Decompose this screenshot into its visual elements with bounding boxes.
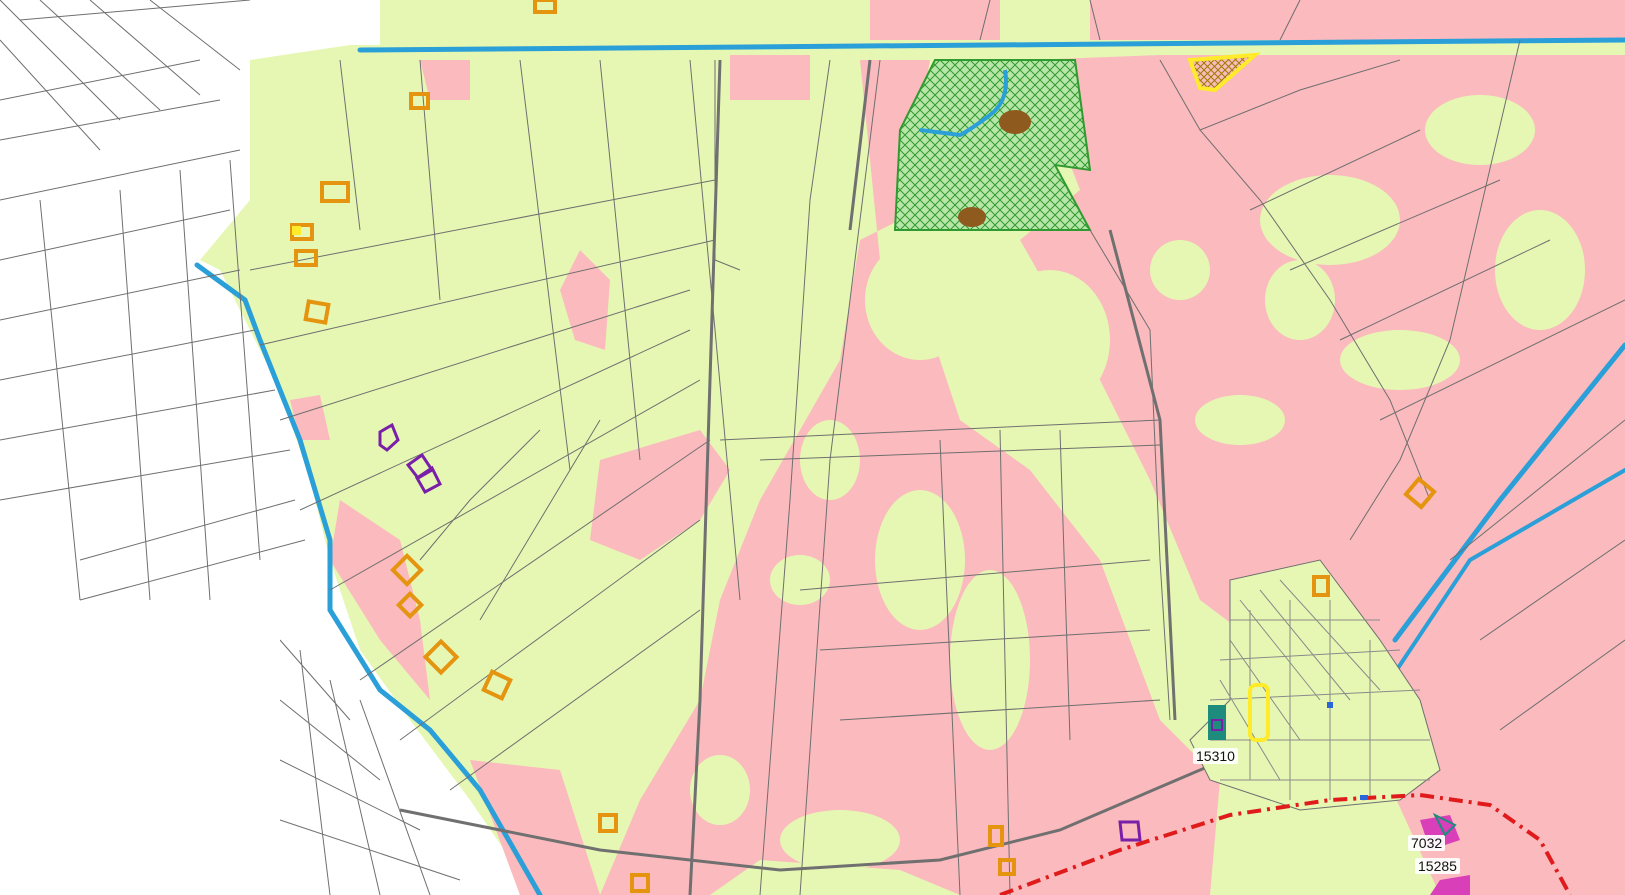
small-blue-marker xyxy=(1360,795,1368,800)
blank-area xyxy=(0,607,280,895)
map-label-15310[interactable]: 15310 xyxy=(1193,748,1238,764)
map-canvas[interactable] xyxy=(0,0,1625,895)
nature-reserve-area[interactable] xyxy=(893,59,1092,231)
map-label-15285[interactable]: 15285 xyxy=(1415,858,1460,874)
small-blue-marker xyxy=(1327,702,1333,708)
map-viewport[interactable]: 15310 7032 15285 xyxy=(0,0,1625,895)
map-label-7032[interactable]: 7032 xyxy=(1408,835,1446,851)
